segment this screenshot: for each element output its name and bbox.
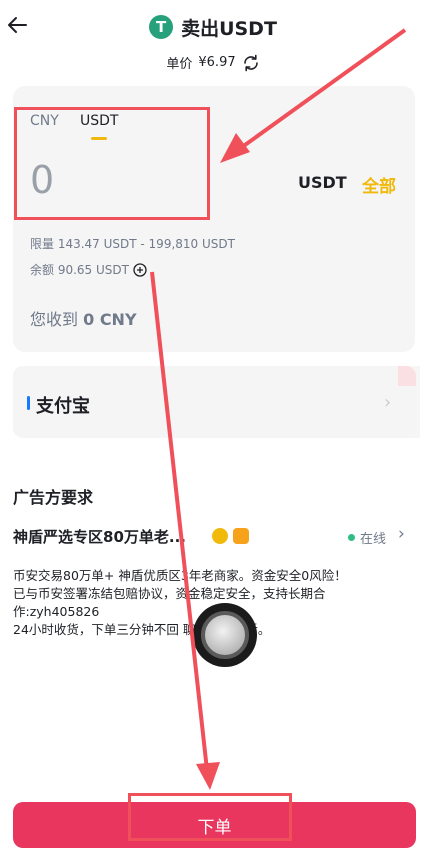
section-title: 广告方要求 xyxy=(13,488,94,507)
all-button[interactable]: 全部 xyxy=(362,172,396,197)
balance-row: 余额 90.65 USDT xyxy=(30,261,147,278)
annotation-box-order xyxy=(128,793,292,841)
corner-tag xyxy=(398,366,416,386)
verified-badge-icon xyxy=(212,528,228,544)
loading-overlay xyxy=(90,366,420,438)
receive-label: 您收到 xyxy=(30,310,79,329)
price-label: 单价 xyxy=(166,57,193,72)
page-title: 卖出USDT xyxy=(181,17,277,40)
annotation-box-amount xyxy=(14,107,210,220)
limit-text: 限量 143.47 USDT - 199,810 USDT xyxy=(30,237,235,251)
assistive-touch-button[interactable] xyxy=(193,603,257,667)
online-status: 在线 xyxy=(348,528,386,547)
page-header: T 卖出USDT xyxy=(0,12,426,42)
tether-coin-icon: T xyxy=(149,15,174,39)
online-label: 在线 xyxy=(360,532,387,547)
online-dot-icon xyxy=(348,534,355,541)
payment-indicator xyxy=(27,396,30,410)
terms-line: 币安交易80万单+ 神盾优质区3年老商家。资金安全0风险！ xyxy=(13,568,347,583)
terms-line: 已与币安签署冻结包赔协议，资金稳定安全，支持长期合 xyxy=(13,586,326,601)
chevron-right-icon: › xyxy=(384,392,392,413)
assistive-touch-inner xyxy=(201,611,249,659)
payment-method-label: 支付宝 xyxy=(36,396,90,417)
merchant-chevron-icon[interactable]: › xyxy=(398,524,405,544)
add-circle-icon[interactable] xyxy=(133,262,147,277)
refresh-icon[interactable] xyxy=(242,54,260,72)
merchant-badge-icon xyxy=(233,528,249,544)
price-value: ¥6.97 xyxy=(198,55,236,70)
receive-value: 0 CNY xyxy=(83,310,137,329)
balance-text: 余额 90.65 USDT xyxy=(30,263,129,277)
receive-row: 您收到 0 CNY xyxy=(30,306,137,330)
merchant-name[interactable]: 神盾严选专区80万单老... xyxy=(13,526,186,547)
amount-unit: USDT xyxy=(298,173,347,192)
unit-price-row: 单价 ¥6.97 xyxy=(0,53,426,72)
